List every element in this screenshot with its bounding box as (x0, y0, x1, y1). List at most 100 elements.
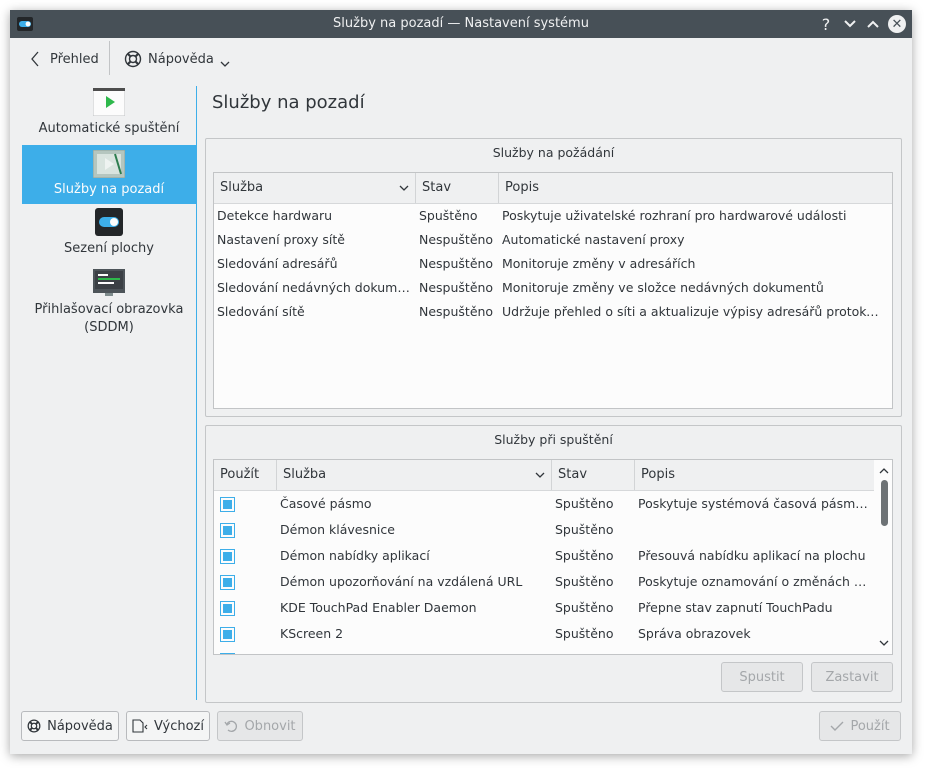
table-row[interactable]: Sledování adresářů Nespuštěno Monitoruje… (214, 252, 892, 276)
startup-table[interactable]: Použít Služba Stav Popis Časové pásmo Sp… (213, 459, 893, 655)
service-name: Sledování sítě (217, 304, 305, 319)
column-header-description[interactable]: Popis (499, 173, 892, 203)
service-name: Sledování nedávných dokumentů (217, 280, 413, 295)
service-description: Monitoruje změny ve složce nedávných dok… (502, 280, 824, 295)
reset-button[interactable]: Obnovit (217, 711, 303, 741)
help-menu-label: Nápověda (148, 51, 214, 67)
startup-group: Služby při spuštění Použít Služba Stav P… (205, 425, 902, 703)
lifebuoy-icon (27, 719, 41, 733)
service-name: Démon nabídky aplikací (280, 548, 430, 563)
chevron-down-icon (220, 61, 230, 67)
column-header-status[interactable]: Stav (552, 460, 635, 490)
sidebar-item-login-screen[interactable]: Přihlašovací obrazovka (SDDM) (22, 269, 196, 349)
enable-checkbox[interactable] (220, 523, 235, 538)
context-help-icon[interactable]: ? (816, 14, 836, 34)
maximize-icon[interactable] (863, 14, 883, 34)
service-status: Spuštěno (419, 208, 478, 223)
vertical-scrollbar[interactable] (878, 462, 890, 650)
help-button[interactable]: Nápověda (21, 711, 119, 741)
table-row[interactable]: Detekce hardwaru Spuštěno Poskytuje uživ… (214, 204, 892, 228)
document-revert-icon (132, 719, 148, 733)
service-description: Poskytuje uživatelské rozhraní pro hardw… (502, 208, 847, 223)
column-header-use[interactable]: Použít (214, 460, 277, 490)
settings-window: Služby na pozadí — Nastavení systému ? ✕… (10, 10, 912, 754)
scroll-up-icon[interactable] (878, 466, 890, 476)
enable-checkbox[interactable] (220, 653, 235, 654)
service-name: Démon upozorňování na vzdálená URL (280, 574, 523, 589)
sidebar-item-label: Sezení plochy (64, 241, 154, 256)
desktop-session-icon (95, 208, 123, 236)
service-status: Spuštěno (555, 548, 614, 563)
autostart-icon (93, 88, 125, 116)
service-name: Démon klávesnice (280, 522, 395, 537)
service-status: Nespuštěno (419, 304, 494, 319)
group-title: Služby na požádání (492, 145, 615, 160)
page-title: Služby na pozadí (212, 92, 365, 113)
service-name: Sledování adresářů (217, 256, 338, 271)
enable-checkbox[interactable] (220, 549, 235, 564)
toolbar-separator (109, 41, 110, 75)
sort-indicator-icon (399, 185, 409, 191)
sidebar-item-autostart[interactable]: Automatické spuštění (22, 88, 196, 144)
column-header-status[interactable]: Stav (416, 173, 499, 203)
table-row[interactable]: Démon nabídky aplikací Spuštěno Přesouvá… (214, 544, 892, 568)
sidebar-item-label: Služby na pozadí (53, 182, 165, 197)
table-row[interactable]: Sledování nedávných dokumentů Nespuštěno… (214, 276, 892, 300)
scrollbar-thumb[interactable] (881, 480, 888, 526)
help-menu-button[interactable]: Nápověda (124, 38, 230, 80)
service-status: Nespuštěno (419, 256, 494, 271)
table-header: Služba Stav Popis (214, 173, 892, 204)
on-demand-group: Služby na požádání Služba Stav Popis Det… (205, 138, 902, 417)
table-row[interactable]: KScreen 2 Spuštěno Správa obrazovek (214, 622, 892, 646)
table-row[interactable]: Časové pásmo Spuštěno Poskytuje systémov… (214, 492, 892, 516)
service-description: Automatické nastavení proxy (502, 232, 685, 247)
table-row[interactable] (214, 648, 892, 654)
service-status: Spuštěno (555, 600, 614, 615)
sidebar-item-desktop-session[interactable]: Sezení plochy (22, 208, 196, 264)
table-row[interactable]: Démon upozorňování na vzdálená URL Spušt… (214, 570, 892, 594)
service-description: Přesouvá nabídku aplikací na plochu (638, 548, 866, 563)
column-header-description[interactable]: Popis (635, 460, 874, 490)
login-screen-icon (93, 269, 125, 296)
on-demand-table[interactable]: Služba Stav Popis Detekce hardwaru Spušt… (213, 172, 893, 409)
background-services-icon (93, 150, 125, 178)
sidebar-divider (196, 86, 197, 700)
column-header-service[interactable]: Služba (277, 460, 552, 490)
service-status: Nespuštěno (419, 232, 494, 247)
close-icon[interactable]: ✕ (888, 15, 906, 33)
service-name: Nastavení proxy sítě (217, 232, 345, 247)
scroll-down-icon[interactable] (878, 638, 890, 648)
stop-button[interactable]: Zastavit (811, 662, 893, 692)
table-row[interactable]: Démon klávesnice Spuštěno (214, 518, 892, 542)
overview-label: Přehled (50, 51, 99, 67)
service-name: KScreen 2 (280, 626, 344, 641)
table-row[interactable]: Sledování sítě Nespuštěno Udržuje přehle… (214, 300, 892, 324)
enable-checkbox[interactable] (220, 601, 235, 616)
service-status: Spuštěno (555, 626, 614, 641)
table-row[interactable]: Nastavení proxy sítě Nespuštěno Automati… (214, 228, 892, 252)
sidebar-item-background-services[interactable]: Služby na pozadí (22, 145, 196, 204)
undo-icon (224, 720, 238, 732)
start-button[interactable]: Spustit (721, 662, 803, 692)
overview-button[interactable]: Přehled (30, 38, 99, 80)
group-title: Služby při spuštění (494, 432, 613, 447)
toolbar: Přehled Nápověda (10, 38, 912, 80)
defaults-button[interactable]: Výchozí (126, 711, 210, 741)
enable-checkbox[interactable] (220, 575, 235, 590)
column-header-service[interactable]: Služba (214, 173, 416, 203)
enable-checkbox[interactable] (220, 627, 235, 642)
apply-button[interactable]: Použít (819, 711, 901, 741)
service-description: Správa obrazovek (638, 626, 751, 641)
enable-checkbox[interactable] (220, 497, 235, 512)
lifebuoy-icon (124, 50, 142, 68)
table-header: Použít Služba Stav Popis (214, 460, 874, 491)
service-description: Poskytuje oznamování o změnách síťov... (638, 574, 870, 589)
table-row[interactable]: KDE TouchPad Enabler Daemon Spuštěno Pře… (214, 596, 892, 620)
sidebar: Automatické spuštění Služby na pozadí Se… (22, 86, 197, 700)
minimize-icon[interactable] (840, 14, 860, 34)
window-title: Služby na pozadí — Nastavení systému (333, 16, 589, 31)
service-description: Přepne stav zapnutí TouchPadu (638, 600, 833, 615)
service-name: KDE TouchPad Enabler Daemon (280, 600, 477, 615)
title-bar[interactable]: Služby na pozadí — Nastavení systému ? ✕ (10, 10, 912, 38)
checkmark-icon (830, 721, 844, 731)
